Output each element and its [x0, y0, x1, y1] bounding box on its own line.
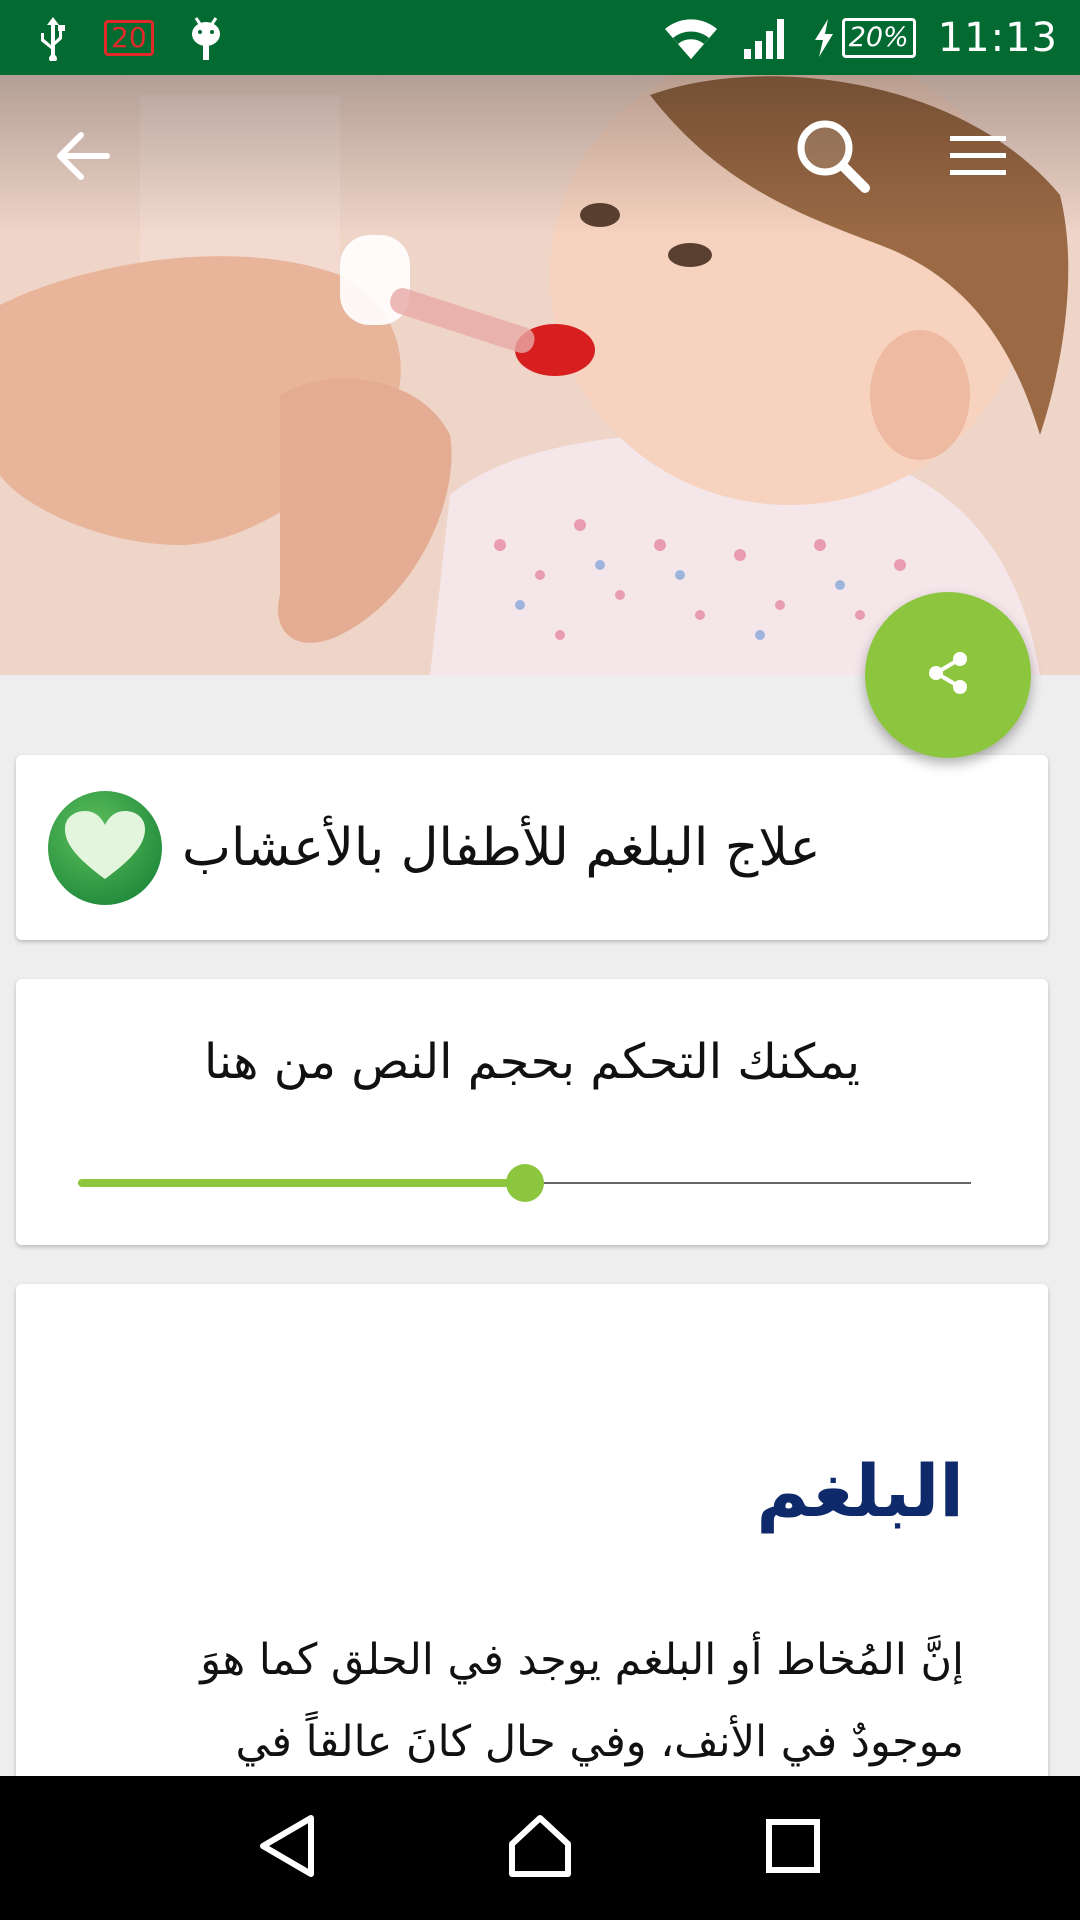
charging-icon	[812, 18, 836, 58]
status-right: 20% 11:13	[662, 15, 1058, 61]
article-title: علاج البلغم للأطفال بالأعشاب	[182, 817, 821, 878]
title-card: علاج البلغم للأطفال بالأعشاب	[16, 755, 1048, 940]
share-button[interactable]	[865, 592, 1031, 758]
text-size-card: يمكنك التحكم بحجم النص من هنا	[16, 979, 1048, 1245]
back-arrow-icon	[55, 131, 111, 185]
hero-overlay	[0, 75, 1080, 235]
nav-home-icon	[508, 1814, 572, 1882]
usb-icon	[36, 15, 70, 61]
nav-back-icon	[257, 1814, 317, 1882]
status-left: 20	[36, 15, 224, 61]
status-bar: 20 20% 11:13	[0, 0, 1080, 75]
nav-back-button[interactable]	[232, 1793, 342, 1903]
wifi-icon	[662, 15, 720, 61]
text-size-label: يمكنك التحكم بحجم النص من هنا	[204, 1034, 860, 1090]
battery-indicator: 20%	[812, 17, 916, 58]
system-nav-bar	[0, 1776, 1080, 1920]
search-button[interactable]	[788, 113, 878, 203]
share-icon	[924, 649, 972, 701]
battery-icon: 20%	[841, 17, 916, 58]
hero-image	[0, 75, 1080, 675]
nav-recents-button[interactable]	[738, 1793, 848, 1903]
screen: 20 20% 11:13 علاج البلغم للأطفال بالأعشا…	[0, 0, 1080, 1920]
article-heading: البلغم	[756, 1449, 964, 1533]
nav-home-button[interactable]	[485, 1793, 595, 1903]
article-body: إنَّ المُخاط أو البلغم يوجد في الحلق كما…	[200, 1635, 964, 1767]
menu-button[interactable]	[933, 113, 1023, 203]
text-size-slider-thumb[interactable]	[505, 1164, 544, 1202]
heart-icon	[65, 810, 145, 885]
search-icon	[793, 116, 873, 200]
menu-icon	[948, 134, 1008, 182]
status-time: 11:13	[937, 14, 1058, 61]
notification-count-badge: 20	[104, 19, 154, 56]
back-button[interactable]	[38, 113, 128, 203]
android-debug-icon	[188, 16, 224, 60]
favorite-button[interactable]	[48, 790, 162, 905]
text-size-slider-fill	[78, 1179, 525, 1187]
nav-recents-icon	[765, 1818, 821, 1878]
signal-icon	[742, 15, 790, 61]
